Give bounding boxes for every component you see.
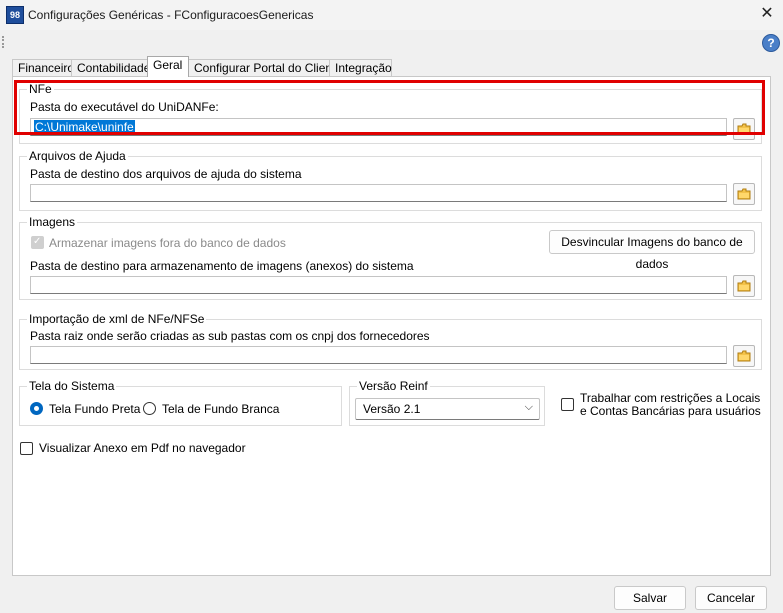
nfe-path-input[interactable]: C:\Unimake\uninfe bbox=[30, 118, 727, 136]
save-button[interactable]: Salvar bbox=[614, 586, 686, 610]
xml-browse-button[interactable] bbox=[733, 345, 755, 367]
ajuda-legend: Arquivos de Ajuda bbox=[27, 149, 128, 163]
app-icon: 98 bbox=[6, 6, 24, 24]
tela-sistema-group: Tela do Sistema Tela Fundo Preta Tela de… bbox=[19, 379, 342, 426]
close-icon[interactable]: ✕ bbox=[755, 3, 779, 25]
restricoes-label-line2[interactable]: e Contas Bancárias para usuários bbox=[580, 404, 761, 418]
tab-contabilidade[interactable]: Contabilidade bbox=[71, 59, 150, 76]
chevron-down-icon: ⌵ bbox=[524, 401, 533, 413]
folder-icon bbox=[737, 280, 751, 292]
versao-reinf-group: Versão Reinf Versão 2.1 ⌵ bbox=[349, 379, 545, 426]
versao-reinf-select[interactable]: Versão 2.1 ⌵ bbox=[355, 398, 540, 420]
ajuda-browse-button[interactable] bbox=[733, 183, 755, 205]
ajuda-path-label: Pasta de destino dos arquivos de ajuda d… bbox=[30, 167, 302, 181]
help-icon[interactable]: ? bbox=[762, 34, 780, 52]
tela-sistema-legend: Tela do Sistema bbox=[27, 379, 117, 393]
tab-configurar-portal[interactable]: Configurar Portal do Cliente bbox=[188, 59, 342, 76]
nfe-group: NFe Pasta do executável do UniDANFe: C:\… bbox=[19, 82, 762, 144]
restricoes-label-line1[interactable]: Trabalhar com restrições a Locais bbox=[580, 391, 760, 405]
radio-tela-fundo-branca[interactable] bbox=[143, 402, 156, 415]
xml-legend: Importação de xml de NFe/NFSe bbox=[27, 312, 207, 326]
xml-group: Importação de xml de NFe/NFSe Pasta raiz… bbox=[19, 312, 762, 370]
desvincular-imagens-button[interactable]: Desvincular Imagens do banco de dados bbox=[549, 230, 755, 271]
versao-reinf-legend: Versão Reinf bbox=[357, 379, 430, 393]
imagens-path-label: Pasta de destino para armazenamento de i… bbox=[30, 259, 414, 273]
visualizar-anexo-label[interactable]: Visualizar Anexo em Pdf no navegador bbox=[39, 441, 246, 455]
folder-icon bbox=[737, 188, 751, 200]
radio-tela-fundo-preta-label[interactable]: Tela Fundo Preta bbox=[49, 402, 140, 416]
nfe-path-value: C:\Unimake\uninfe bbox=[34, 120, 135, 134]
xml-path-label: Pasta raiz onde serão criadas as sub pas… bbox=[30, 329, 430, 343]
nfe-path-label: Pasta do executável do UniDANFe: bbox=[30, 100, 219, 114]
armazenar-imagens-checkbox[interactable] bbox=[31, 236, 44, 249]
imagens-legend: Imagens bbox=[27, 215, 78, 229]
tab-panel-geral: NFe Pasta do executável do UniDANFe: C:\… bbox=[12, 76, 771, 576]
versao-reinf-value: Versão 2.1 bbox=[363, 402, 421, 416]
radio-tela-fundo-preta[interactable] bbox=[30, 402, 43, 415]
title-bar: 98 Configurações Genéricas - FConfigurac… bbox=[0, 0, 783, 30]
xml-path-input[interactable] bbox=[30, 346, 727, 364]
nfe-legend: NFe bbox=[27, 82, 54, 96]
radio-tela-fundo-branca-label[interactable]: Tela de Fundo Branca bbox=[162, 402, 279, 416]
ajuda-group: Arquivos de Ajuda Pasta de destino dos a… bbox=[19, 149, 762, 211]
tab-geral[interactable]: Geral bbox=[147, 56, 189, 77]
cancel-button[interactable]: Cancelar bbox=[695, 586, 767, 610]
armazenar-imagens-label: Armazenar imagens fora do banco de dados bbox=[49, 236, 286, 250]
window-title: Configurações Genéricas - FConfiguracoes… bbox=[28, 8, 314, 22]
imagens-browse-button[interactable] bbox=[733, 275, 755, 297]
visualizar-anexo-checkbox[interactable] bbox=[20, 442, 33, 455]
ajuda-path-input[interactable] bbox=[30, 184, 727, 202]
nfe-browse-button[interactable] bbox=[733, 118, 755, 140]
tab-integracao[interactable]: Integração bbox=[329, 59, 392, 76]
tab-financeiro[interactable]: Financeiro bbox=[12, 59, 74, 76]
imagens-path-input[interactable] bbox=[30, 276, 727, 294]
folder-icon bbox=[737, 123, 751, 135]
toolbar-grip bbox=[2, 36, 6, 48]
restricoes-checkbox[interactable] bbox=[561, 398, 574, 411]
imagens-group: Imagens Armazenar imagens fora do banco … bbox=[19, 215, 762, 300]
folder-icon bbox=[737, 350, 751, 362]
